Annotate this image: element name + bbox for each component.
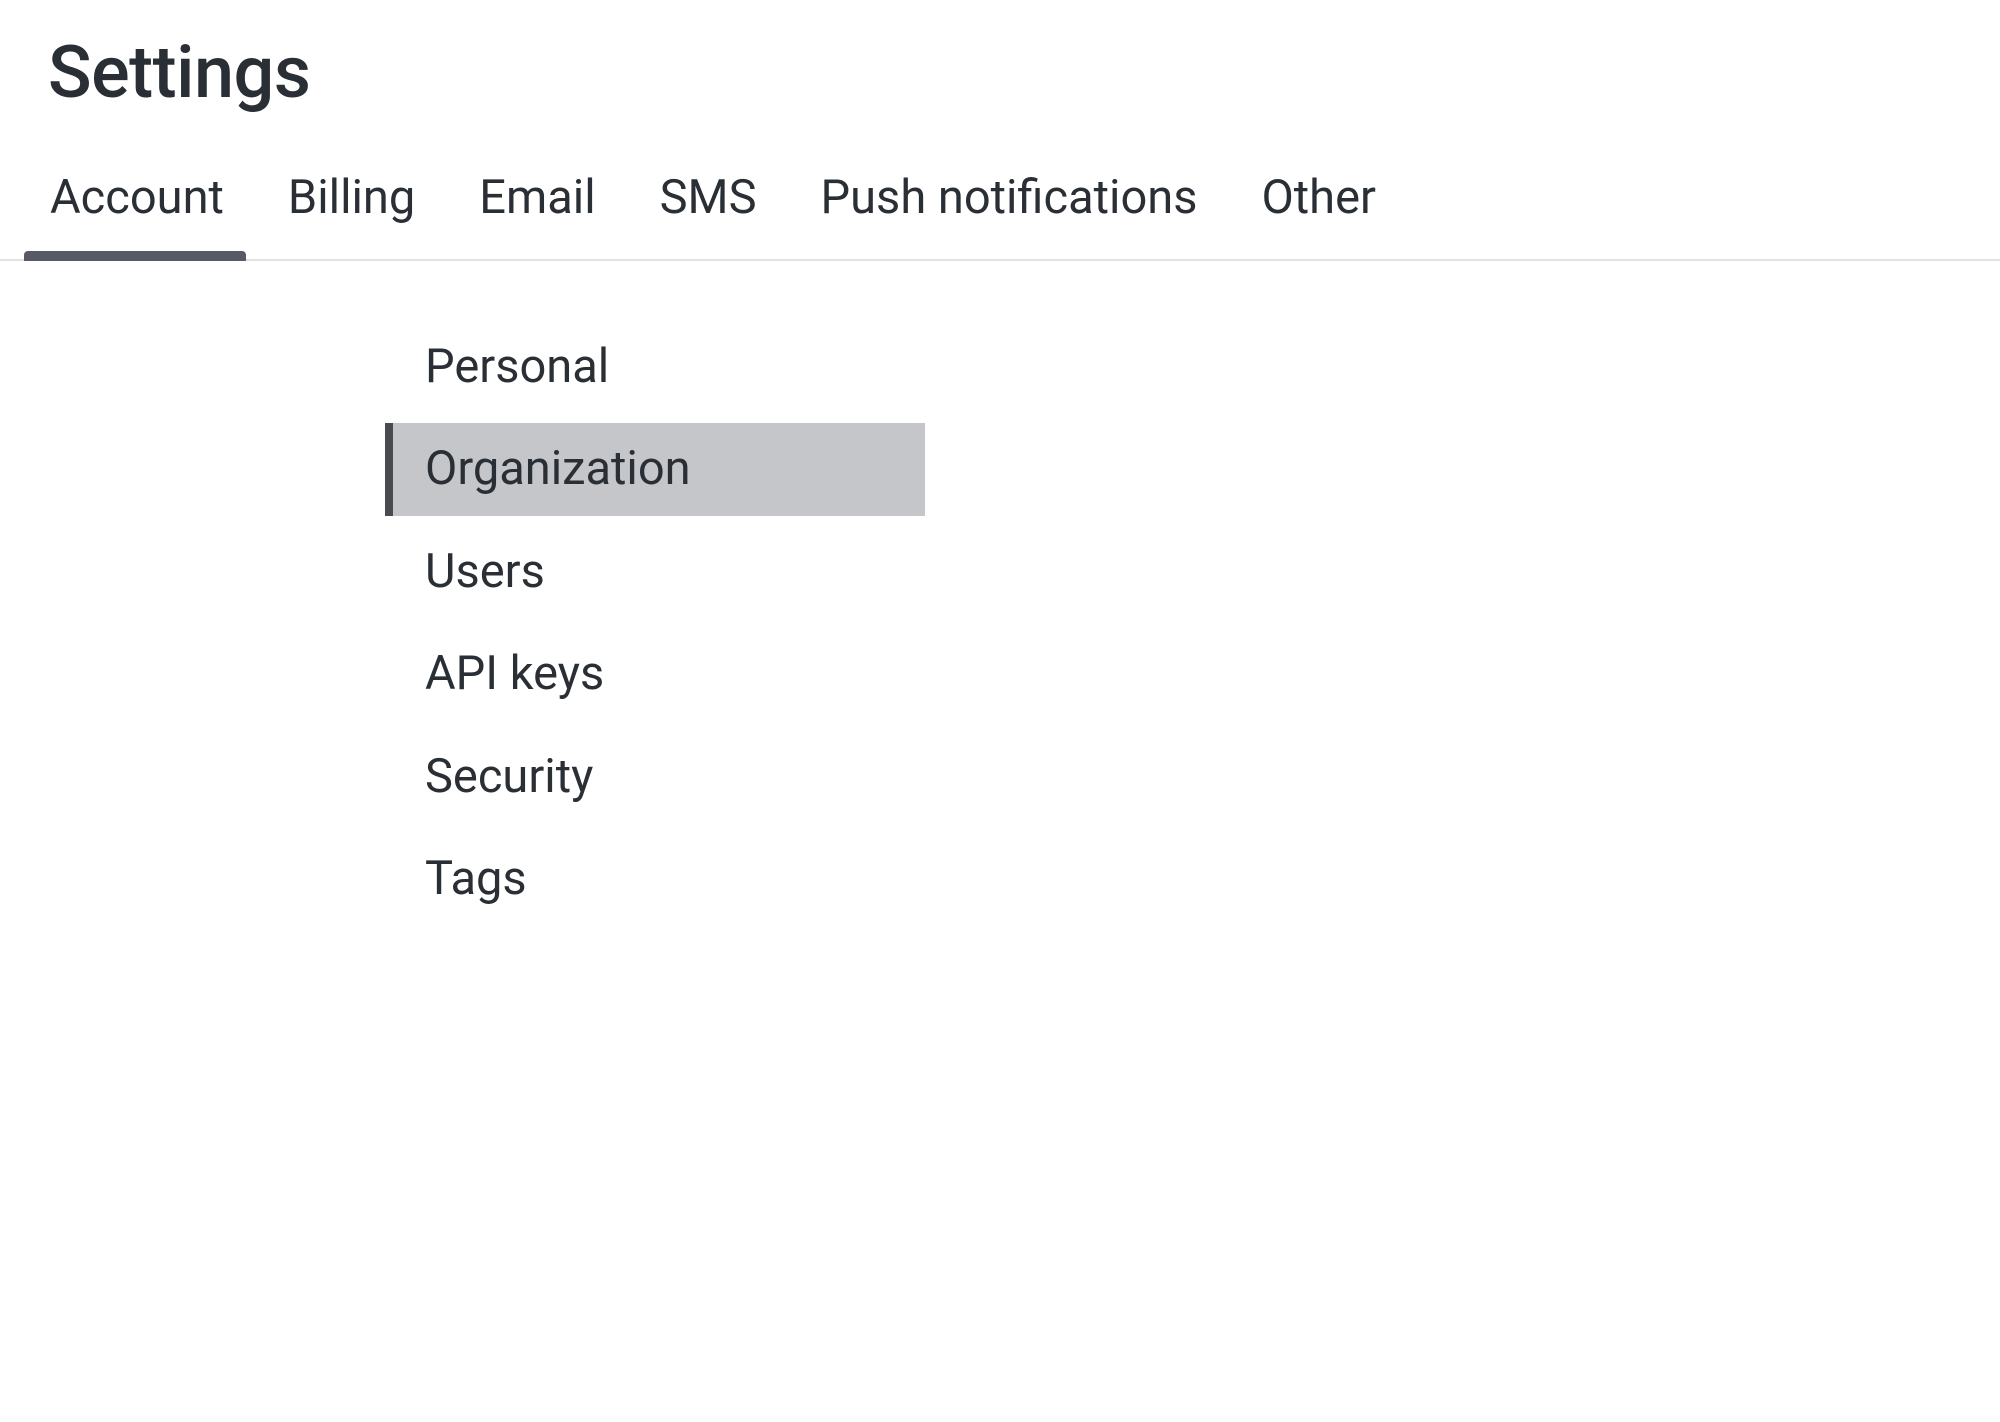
tab-billing[interactable]: Billing [286, 170, 417, 259]
sidebar-item-tags[interactable]: Tags [385, 833, 925, 925]
vertical-nav: Personal Organization Users API keys Sec… [385, 321, 925, 935]
sidebar-item-users[interactable]: Users [385, 526, 925, 618]
tab-account[interactable]: Account [48, 170, 226, 259]
tab-email[interactable]: Email [477, 170, 597, 259]
tab-sms[interactable]: SMS [658, 170, 759, 259]
tab-push-notifications[interactable]: Push notifications [819, 170, 1200, 259]
tab-other[interactable]: Other [1259, 170, 1377, 259]
page-title: Settings [0, 0, 2000, 115]
sidebar-item-organization[interactable]: Organization [385, 423, 925, 515]
tabs: Account Billing Email SMS Push notificat… [0, 115, 2000, 261]
sidebar-item-api-keys[interactable]: API keys [385, 628, 925, 720]
content: Personal Organization Users API keys Sec… [0, 261, 2000, 935]
sidebar-item-personal[interactable]: Personal [385, 321, 925, 413]
sidebar-item-security[interactable]: Security [385, 731, 925, 823]
